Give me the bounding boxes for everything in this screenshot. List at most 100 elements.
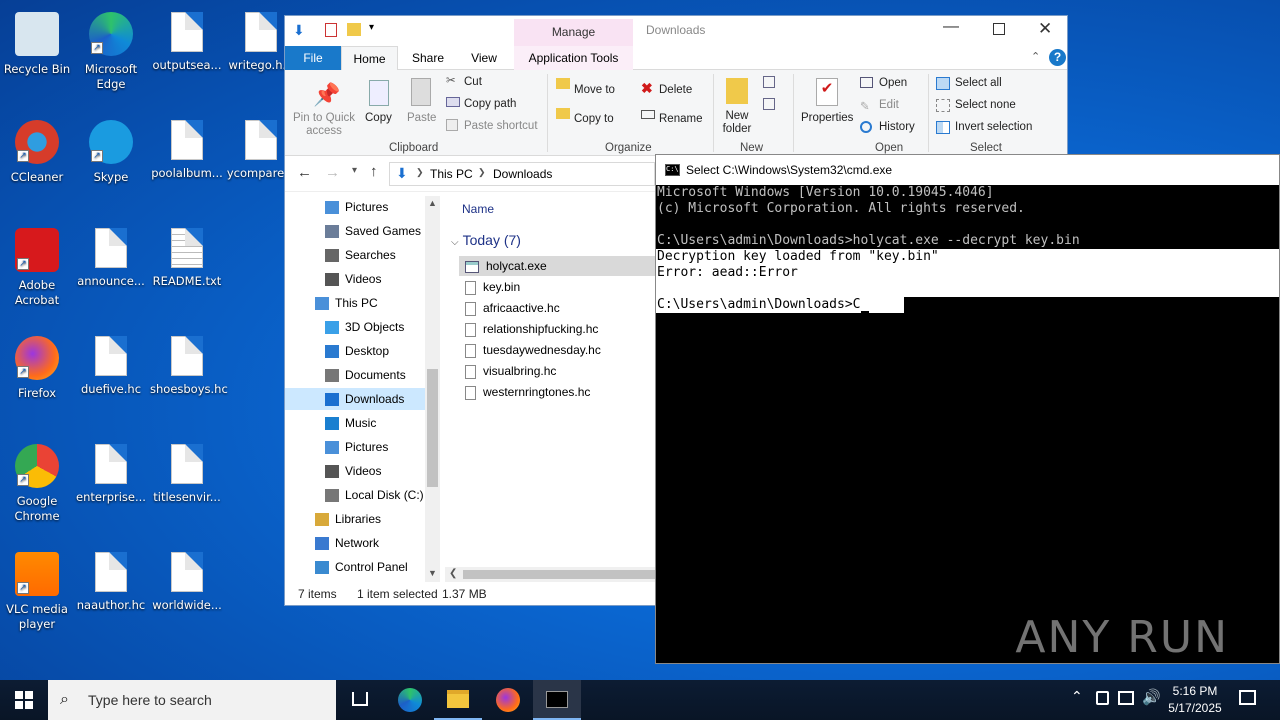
desktop-icon-readme[interactable]: README.txt: [150, 224, 224, 289]
desktop-icon-worldwide[interactable]: worldwide...: [150, 548, 224, 613]
desktop-icon-ccleaner[interactable]: ↗ CCleaner: [0, 116, 74, 185]
clock-date[interactable]: 5/17/2025: [1164, 701, 1226, 715]
copy-button[interactable]: Copy: [365, 112, 392, 124]
nav-pictures-pc[interactable]: Pictures: [285, 436, 425, 458]
desktop-icon-firefox[interactable]: ↗ Firefox: [0, 332, 74, 401]
file-row[interactable]: africaactive.hc: [459, 298, 669, 318]
back-icon[interactable]: ←: [297, 164, 312, 181]
desktop-icon-naauthor[interactable]: naauthor.hc: [74, 548, 148, 613]
quick-access-down-icon[interactable]: ⬇: [293, 22, 305, 39]
tab-file[interactable]: File: [285, 46, 341, 70]
help-icon[interactable]: ?: [1049, 49, 1066, 66]
file-row[interactable]: tuesdaywednesday.hc: [459, 340, 669, 360]
desktop-icon-vlc[interactable]: ↗ VLC media player: [0, 548, 74, 632]
explorer-titlebar[interactable]: ⬇ ▾ Manage Downloads — ✕: [285, 16, 1067, 46]
nav-network[interactable]: Network: [285, 532, 425, 554]
desktop-icon-shoesboys[interactable]: shoesboys.hc: [150, 332, 228, 397]
desktop-icon-announce[interactable]: announce...: [74, 224, 148, 289]
nav-downloads[interactable]: Downloads: [285, 388, 425, 410]
paste-button[interactable]: Paste: [407, 112, 436, 124]
manage-label[interactable]: Manage: [514, 25, 633, 39]
history-button[interactable]: History: [879, 121, 915, 133]
desktop-icon-adobe-acrobat[interactable]: ↗ Adobe Acrobat: [0, 224, 74, 308]
file-row[interactable]: relationshipfucking.hc: [459, 319, 669, 339]
nav-scroll-thumb[interactable]: [427, 369, 438, 487]
show-hidden-icons[interactable]: ⌃: [1071, 689, 1083, 705]
invert-selection-button[interactable]: Invert selection: [955, 121, 1032, 133]
start-button[interactable]: [0, 680, 48, 720]
paste-shortcut-button[interactable]: Paste shortcut: [464, 120, 538, 132]
desktop-icon-recycle-bin[interactable]: Recycle Bin: [0, 8, 74, 77]
taskbar-search-box[interactable]: ⌕ Type here to search: [48, 680, 336, 720]
desktop-icon-skype[interactable]: ↗ Skype: [74, 116, 148, 185]
collapse-ribbon-icon[interactable]: ⌃: [1031, 50, 1040, 63]
properties-quick-icon[interactable]: [325, 23, 337, 37]
select-none-button[interactable]: Select none: [955, 99, 1016, 111]
desktop-icon-google-chrome[interactable]: ↗ Google Chrome: [0, 440, 74, 524]
nav-control-panel[interactable]: Control Panel: [285, 556, 425, 578]
cmd-window[interactable]: C:\ Select C:\Windows\System32\cmd.exe M…: [655, 154, 1280, 664]
nav-music[interactable]: Music: [285, 412, 425, 434]
desktop-icon-titlesenvir[interactable]: titlesenvir...: [150, 440, 224, 505]
rename-button[interactable]: Rename: [659, 113, 702, 125]
delete-button[interactable]: Delete: [659, 84, 692, 96]
tab-home[interactable]: Home: [341, 46, 398, 71]
select-all-button[interactable]: Select all: [955, 77, 1002, 89]
task-view-button[interactable]: [336, 680, 384, 720]
nav-saved-games[interactable]: Saved Games: [285, 220, 425, 242]
copy-path-button[interactable]: Copy path: [464, 98, 516, 110]
file-row[interactable]: key.bin: [459, 277, 669, 297]
nav-searches[interactable]: Searches: [285, 244, 425, 266]
file-row[interactable]: holycat.exe: [459, 256, 669, 276]
cmd-titlebar[interactable]: C:\ Select C:\Windows\System32\cmd.exe: [656, 155, 1279, 185]
move-to-button[interactable]: Move to: [574, 84, 615, 96]
clock-time[interactable]: 5:16 PM: [1172, 684, 1218, 698]
new-folder-button[interactable]: New folder: [719, 110, 755, 136]
tab-view[interactable]: View: [456, 46, 512, 70]
nav-pictures[interactable]: Pictures: [285, 196, 425, 218]
easy-access-icon[interactable]: [763, 98, 775, 110]
minimize-button[interactable]: —: [943, 18, 959, 36]
taskbar-cmd[interactable]: [533, 680, 581, 720]
properties-button[interactable]: Properties: [801, 112, 853, 124]
nav-documents[interactable]: Documents: [285, 364, 425, 386]
network-icon[interactable]: [1096, 691, 1109, 705]
forward-icon[interactable]: →: [325, 164, 340, 181]
copy-to-button[interactable]: Copy to: [574, 113, 614, 125]
notification-icon[interactable]: [1239, 690, 1256, 705]
nav-videos-pc[interactable]: Videos: [285, 460, 425, 482]
new-folder-quick-icon[interactable]: [347, 23, 361, 36]
volume-icon[interactable]: 🔊: [1142, 688, 1161, 706]
breadcrumb-downloads[interactable]: Downloads: [493, 167, 552, 181]
horizontal-scrollbar[interactable]: ❮: [445, 567, 655, 582]
nav-local-disk[interactable]: Local Disk (C:): [285, 484, 425, 506]
cut-button[interactable]: Cut: [464, 76, 482, 88]
network-status-icon[interactable]: [1118, 691, 1134, 705]
nav-3d-objects[interactable]: 3D Objects: [285, 316, 425, 338]
new-item-icon[interactable]: [763, 76, 775, 88]
close-button[interactable]: ✕: [1038, 19, 1052, 39]
taskbar-file-explorer[interactable]: [434, 680, 482, 720]
nav-libraries[interactable]: Libraries: [285, 508, 425, 530]
file-row[interactable]: westernringtones.hc: [459, 382, 669, 402]
taskbar-edge[interactable]: [386, 680, 434, 720]
file-row[interactable]: visualbring.hc: [459, 361, 669, 381]
desktop-icon-outputsea[interactable]: outputsea...: [150, 8, 224, 73]
cmd-output[interactable]: Microsoft Windows [Version 10.0.19045.40…: [656, 185, 1279, 663]
address-box[interactable]: ⬇ ❯ This PC ❯ Downloads: [389, 162, 655, 186]
up-icon[interactable]: ↑: [370, 163, 378, 180]
taskbar-firefox[interactable]: [484, 680, 532, 720]
tab-share[interactable]: Share: [400, 46, 456, 70]
nav-videos[interactable]: Videos: [285, 268, 425, 290]
recent-locations-icon[interactable]: ▾: [352, 165, 357, 176]
qat-dropdown-icon[interactable]: ▾: [369, 22, 374, 33]
maximize-button[interactable]: [993, 23, 1005, 35]
nav-desktop[interactable]: Desktop: [285, 340, 425, 362]
tab-application-tools[interactable]: Application Tools: [514, 46, 633, 70]
nav-this-pc[interactable]: This PC: [285, 292, 425, 314]
h-scroll-thumb[interactable]: [463, 570, 655, 579]
nav-scrollbar[interactable]: ▲ ▼: [425, 196, 440, 582]
breadcrumb-this-pc[interactable]: This PC: [430, 167, 473, 181]
desktop-icon-poolalbum[interactable]: poolalbum...: [150, 116, 224, 181]
open-button[interactable]: Open: [879, 77, 907, 89]
